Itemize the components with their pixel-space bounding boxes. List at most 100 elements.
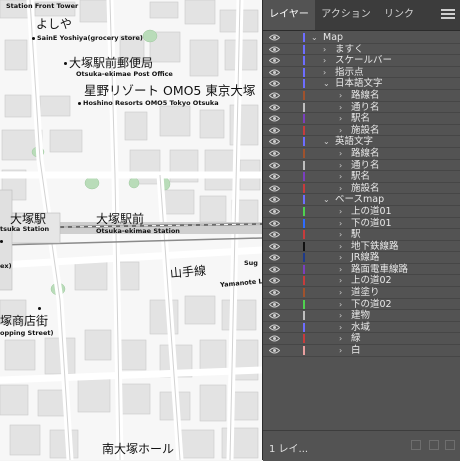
visibility-eye-icon[interactable] [269,220,280,227]
layer-row[interactable]: › 道塗り [263,287,460,299]
layer-row[interactable]: › 施設名 [263,183,460,195]
collapse-chevron-icon[interactable]: › [339,171,342,182]
collapse-chevron-icon[interactable]: › [339,252,342,263]
expand-chevron-icon[interactable]: ⌄ [311,32,318,43]
layer-color-swatch [303,137,305,147]
layer-color-swatch [303,172,305,182]
visibility-eye-icon[interactable] [269,243,280,250]
collapse-chevron-icon[interactable]: › [323,55,326,66]
visibility-eye-icon[interactable] [269,266,280,273]
layer-row[interactable]: › 通り名 [263,160,460,172]
collapse-chevron-icon[interactable]: › [339,310,342,321]
visibility-eye-icon[interactable] [269,104,280,111]
visibility-eye-icon[interactable] [269,46,280,53]
layer-name: 道塗り [351,287,380,299]
layer-color-swatch [303,241,305,251]
collapse-chevron-icon[interactable]: › [339,113,342,124]
layer-row[interactable]: › 下の道01 [263,218,460,230]
layer-row[interactable]: › JR線路 [263,252,460,264]
visibility-eye-icon[interactable] [269,185,280,192]
visibility-eye-icon[interactable] [269,127,280,134]
visibility-eye-icon[interactable] [269,162,280,169]
layers-panel: レイヤー アクション リンク ⌄ Map › ますく › スケールバー › 指示点 ⌄ 日本語文字… [262,0,460,461]
layer-row[interactable]: › 駅名 [263,113,460,125]
collapse-chevron-icon[interactable]: › [339,90,342,101]
layer-row[interactable]: ⌄ Map [263,32,460,44]
layer-name: 通り名 [351,159,380,171]
collapse-chevron-icon[interactable]: › [339,264,342,275]
layer-row[interactable]: › 水域 [263,322,460,334]
layer-row[interactable]: › 駅名 [263,171,460,183]
layer-row[interactable]: › 路面電車線路 [263,264,460,276]
layer-row[interactable]: › 路線名 [263,90,460,102]
collapse-chevron-icon[interactable]: › [339,333,342,344]
expand-chevron-icon[interactable]: ⌄ [323,194,330,205]
collapse-chevron-icon[interactable]: › [339,345,342,356]
layer-row[interactable]: › 通り名 [263,102,460,114]
collapse-chevron-icon[interactable]: › [339,160,342,171]
layer-row[interactable]: ⌄ ベースmap [263,194,460,206]
layer-row[interactable]: › 施設名 [263,125,460,137]
visibility-eye-icon[interactable] [269,231,280,238]
collapse-chevron-icon[interactable]: › [339,275,342,286]
layer-row[interactable]: › 緑 [263,333,460,346]
expand-chevron-icon[interactable]: ⌄ [323,136,330,147]
collapse-chevron-icon[interactable]: › [339,218,342,229]
collapse-chevron-icon[interactable]: › [339,206,342,217]
visibility-eye-icon[interactable] [269,150,280,157]
search-icon[interactable] [429,440,439,450]
visibility-eye-icon[interactable] [269,80,280,87]
collapse-chevron-icon[interactable]: › [339,322,342,333]
visibility-eye-icon[interactable] [269,208,280,215]
visibility-eye-icon[interactable] [269,138,280,145]
layer-row[interactable]: › 地下鉄線路 [263,241,460,253]
collapse-chevron-icon[interactable]: › [339,229,342,240]
tab-actions[interactable]: アクション [315,0,377,30]
layer-row[interactable]: › 上の道02 [263,275,460,288]
layer-color-swatch [303,322,305,332]
visibility-eye-icon[interactable] [269,34,280,41]
layer-row[interactable]: ⌄ 日本語文字 [263,78,460,90]
map-canvas[interactable]: Station Front Tower よしや SainE Yoshiya(gr… [0,0,262,460]
layer-row[interactable]: › 下の道02 [263,299,460,311]
layer-row[interactable]: › ますく [263,44,460,56]
visibility-eye-icon[interactable] [269,335,280,342]
collapse-chevron-icon[interactable]: › [339,241,342,252]
layer-row[interactable]: ⌄ 英語文字 [263,136,460,148]
panel-menu-icon[interactable] [441,9,455,21]
layer-row[interactable]: › 指示点 [263,67,460,79]
collapse-chevron-icon[interactable]: › [339,148,342,159]
collapse-chevron-icon[interactable]: › [339,102,342,113]
visibility-eye-icon[interactable] [269,347,280,354]
expand-chevron-icon[interactable]: ⌄ [323,78,330,89]
layer-row[interactable]: › 駅 [263,229,460,241]
collapse-chevron-icon[interactable]: › [323,44,326,55]
trash-icon[interactable] [445,440,455,450]
visibility-eye-icon[interactable] [269,115,280,122]
tab-links[interactable]: リンク [377,0,421,30]
visibility-eye-icon[interactable] [269,277,280,284]
visibility-eye-icon[interactable] [269,312,280,319]
visibility-eye-icon[interactable] [269,57,280,64]
collapse-chevron-icon[interactable]: › [339,299,342,310]
new-layer-icon[interactable] [411,440,421,450]
layer-row[interactable]: › スケールバー [263,55,460,67]
layer-row[interactable]: › 建物 [263,310,460,322]
collapse-chevron-icon[interactable]: › [339,125,342,136]
visibility-eye-icon[interactable] [269,254,280,261]
layer-row[interactable]: › 路線名 [263,148,460,160]
layer-row[interactable]: › 白 [263,345,460,357]
visibility-eye-icon[interactable] [269,324,280,331]
visibility-eye-icon[interactable] [269,69,280,76]
visibility-eye-icon[interactable] [269,289,280,296]
collapse-chevron-icon[interactable]: › [339,287,342,298]
collapse-chevron-icon[interactable]: › [323,67,326,78]
layer-row[interactable]: › 上の道01 [263,206,460,218]
tab-layers[interactable]: レイヤー [263,0,315,30]
visibility-eye-icon[interactable] [269,196,280,203]
visibility-eye-icon[interactable] [269,173,280,180]
visibility-eye-icon[interactable] [269,92,280,99]
visibility-eye-icon[interactable] [269,301,280,308]
station-front-tower-label: Station Front Tower [6,2,79,10]
collapse-chevron-icon[interactable]: › [339,183,342,194]
